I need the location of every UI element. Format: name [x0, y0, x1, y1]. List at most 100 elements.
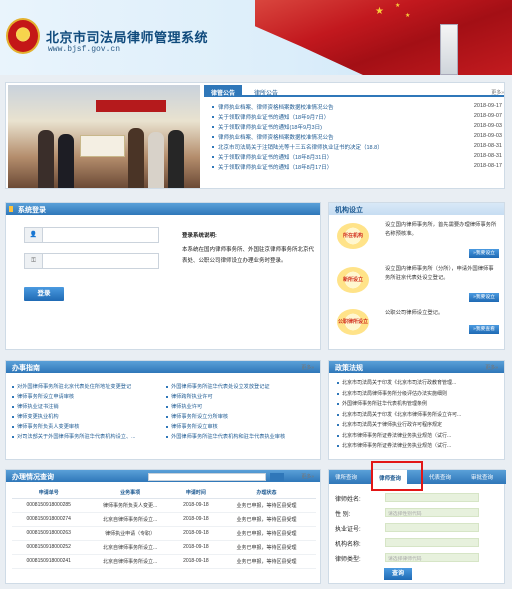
policy-link[interactable]: 北京市司法局关于律师执业行政许可程序规定	[337, 421, 501, 432]
table-cell: 业务已申报，等待区县受理	[216, 554, 316, 569]
query-field-label: 机构名称:	[335, 542, 361, 548]
table-cell: 2018-09-18	[174, 554, 217, 569]
login-help-title: 登录系统说明:	[182, 233, 217, 239]
site-header: ★ ★ ★ 北京市司法局律师管理系统 www.bjsf.gov.cn	[0, 0, 512, 75]
username-input[interactable]: 👤	[24, 227, 159, 243]
guide-link[interactable]: 律师变更执业机构	[12, 413, 162, 423]
org-setup-button[interactable]: »我要设立	[469, 293, 499, 302]
table-row[interactable]: 0008150918000252 北京自律师事务所设立... 2018-09-18 业…	[12, 540, 316, 555]
guide-link[interactable]: 律师跨所执业许可	[166, 393, 316, 403]
notice-title[interactable]: 关于领取律师执业证书的通知(18年9月3日)	[218, 125, 322, 131]
tab-approval-query[interactable]: 审批查询	[471, 473, 493, 481]
guide-link[interactable]: 律师事务所设立审核	[166, 423, 316, 433]
query-field-label: 性 别:	[335, 512, 351, 518]
policy-link[interactable]: 北京市律师事务所证券法律业务执业规范（试行...	[337, 432, 501, 443]
table-cell: 业务已申报，等待区县受理	[216, 540, 316, 555]
query-panel: 律所查询 律师查询 代表查询 审批查询 律师姓名: 性 别: 请选择性别代码 执业证号…	[328, 461, 506, 584]
notice-item[interactable]: 关于领取律师执业证书的通知（18年8月17日） 2018-08-17	[212, 163, 502, 173]
policy-link[interactable]: 外国律师事务所驻华代表机构管理条例	[337, 400, 501, 411]
notice-title[interactable]: 律师执业档案、律师资格档案数据校准情况公告	[218, 135, 334, 141]
login-button[interactable]: 登录	[24, 287, 64, 301]
public-firm-icon: 公职律所设立	[337, 309, 369, 335]
news-photo[interactable]	[8, 85, 200, 188]
query-field-input[interactable]	[385, 523, 479, 532]
guide-link[interactable]: 对外国律师事务所驻北京代表处住所地址变更登记	[12, 383, 162, 393]
notice-date: 2018-08-31	[473, 153, 502, 159]
policy-link[interactable]: 北京市司法局关于印发《北京市司法行政教育管理...	[337, 379, 501, 390]
query-field-label: 律师类型:	[335, 557, 361, 563]
org-setup-button[interactable]: »我要设立	[469, 249, 499, 258]
policy-link[interactable]: 北京市律师事务所证券法律业务执业规范（试行...	[337, 442, 501, 453]
tab-firm-query[interactable]: 律所查询	[335, 473, 357, 481]
highlight-box	[371, 461, 423, 491]
progress-table: 申请单号 业务事项 申请时间 办理状态 0008150918000285 律师事务所负责…	[12, 488, 316, 569]
table-row[interactable]: 0008150918000263 律师执业申请（专职） 2018-09-18 业务已申…	[12, 526, 316, 541]
guide-link[interactable]: 外国律师事务所驻华代表处设立发放登记证	[166, 383, 316, 393]
progress-search-button[interactable]	[270, 473, 284, 481]
table-cell: 0008150918000263	[12, 526, 86, 541]
guide-link[interactable]: 律师事务所设立申请审核	[12, 393, 162, 403]
site-title: 北京市司法局律师管理系统	[46, 30, 209, 45]
query-field-input[interactable]	[385, 493, 479, 502]
guide-title: 办事指南 更多»	[6, 361, 320, 373]
guide-link[interactable]: 律师执业证书注销	[12, 403, 162, 413]
notice-title[interactable]: 关于领取律师执业证书的通知（18年8月31日）	[218, 155, 332, 161]
org-item-text: 设立国内律师事务所，首先需要办理律师事务所名称预核准。	[385, 222, 497, 237]
guide-panel: 办事指南 更多» 对外国律师事务所驻北京代表处住所地址变更登记 律师事务所设立申请审…	[5, 360, 321, 460]
notice-item[interactable]: 关于领取律师执业证书的通知（18年9月7日） 2018-09-07	[212, 113, 502, 123]
notice-date: 2018-09-17	[473, 103, 502, 109]
court-emblem-icon	[6, 18, 40, 54]
notice-item[interactable]: 关于领取律师执业证书的通知（18年8月31日） 2018-08-31	[212, 153, 502, 163]
org-view-button[interactable]: »我要查看	[469, 325, 499, 334]
table-cell: 0008150918000252	[12, 540, 86, 555]
notice-more-link[interactable]: 更多»	[491, 86, 504, 98]
table-header: 申请时间	[174, 488, 217, 499]
guide-link[interactable]: 外国律师事务所驻华代表机构和驻华代表执业审核	[166, 433, 316, 443]
notice-title[interactable]: 北京市司法局关于注销陆光等十三五名律师执业证书的决定（18.8）	[218, 145, 383, 151]
guide-link[interactable]: 律师执业许可	[166, 403, 316, 413]
tab-lawyer-notice[interactable]: 律管公告	[204, 85, 242, 97]
org-setup-title: 机构设立	[329, 203, 504, 215]
guide-more-link[interactable]: 更多»	[301, 364, 314, 371]
progress-more-link[interactable]: 更多»	[301, 473, 314, 480]
guide-link[interactable]: 律师事务所负责人变更审核	[12, 423, 162, 433]
query-field-input[interactable]: 请选择律师代码	[385, 553, 479, 562]
notice-title[interactable]: 关于领取律师执业证书的通知（18年9月7日）	[218, 115, 329, 121]
notice-title[interactable]: 律师执业档案、律师资格档案数据校准情况公告	[218, 105, 334, 111]
policy-link[interactable]: 北京市司法局关于印发《北京市律师事务所设立许可...	[337, 411, 501, 422]
query-button[interactable]: 查询	[384, 568, 412, 580]
notice-item[interactable]: 律师执业档案、律师资格档案数据校准情况公告 2018-09-17	[212, 103, 502, 113]
table-row[interactable]: 0008150918000274 北京自律师事务所设立... 2018-09-18 业…	[12, 512, 316, 527]
password-input[interactable]: ⚿	[24, 253, 159, 269]
query-field-input[interactable]	[385, 538, 479, 547]
org-item: 所在机构 设立国内律师事务所，首先需要办理律师事务所名称预核准。 »我要设立	[335, 219, 503, 263]
org-item: 公职律所设立 公职公司律师设立登记。 »我要查看	[335, 305, 503, 349]
notice-item[interactable]: 律师执业档案、律师资格档案数据校准情况公告 2018-09-03	[212, 133, 502, 143]
query-field-input[interactable]: 请选择性别代码	[385, 508, 479, 517]
progress-search-input[interactable]	[148, 473, 266, 481]
notice-tabs: 律管公告 律所公告 更多»	[204, 85, 504, 97]
guide-link[interactable]: 对司法部关于外国律师事务所驻华代表机构设立、...	[12, 433, 162, 443]
notice-title[interactable]: 关于领取律师执业证书的通知（18年8月17日）	[218, 165, 332, 171]
notice-date: 2018-09-07	[473, 113, 502, 119]
notice-date: 2018-09-03	[473, 133, 502, 139]
query-field-label: 律师姓名:	[335, 497, 361, 503]
table-row[interactable]: 0008150918000285 律师事务所负责人变更... 2018-09-18 业…	[12, 498, 316, 513]
tab-firm-notice[interactable]: 律所公告	[246, 85, 286, 97]
notice-item[interactable]: 关于领取律师执业证书的通知(18年9月3日) 2018-09-03	[212, 123, 502, 133]
table-cell: 北京自律师事务所设立...	[85, 512, 175, 527]
table-header: 办理状态	[216, 488, 316, 499]
tab-rep-query[interactable]: 代表查询	[429, 473, 451, 481]
policy-link[interactable]: 北京市司法局律师事务所分级评估办法实施细则	[337, 390, 501, 401]
firm-name-icon: 所在机构	[337, 223, 369, 249]
key-icon: ⚿	[25, 254, 43, 268]
table-cell: 律师执业申请（专职）	[85, 526, 175, 541]
guide-link[interactable]: 律师事务所设立分所审核	[166, 413, 316, 423]
policy-more-link[interactable]: 更多»	[485, 364, 498, 371]
table-cell: 0008150918000241	[12, 554, 86, 569]
table-cell: 2018-09-18	[174, 512, 217, 527]
notice-item[interactable]: 北京市司法局关于注销陆光等十三五名律师执业证书的决定（18.8） 2018-08-…	[212, 143, 502, 153]
table-cell: 业务已申报，等待区县受理	[216, 526, 316, 541]
table-row[interactable]: 0008150918000241 北京自律师事务所设立... 2018-09-18 业…	[12, 554, 316, 569]
table-cell: 2018-09-18	[174, 498, 217, 513]
